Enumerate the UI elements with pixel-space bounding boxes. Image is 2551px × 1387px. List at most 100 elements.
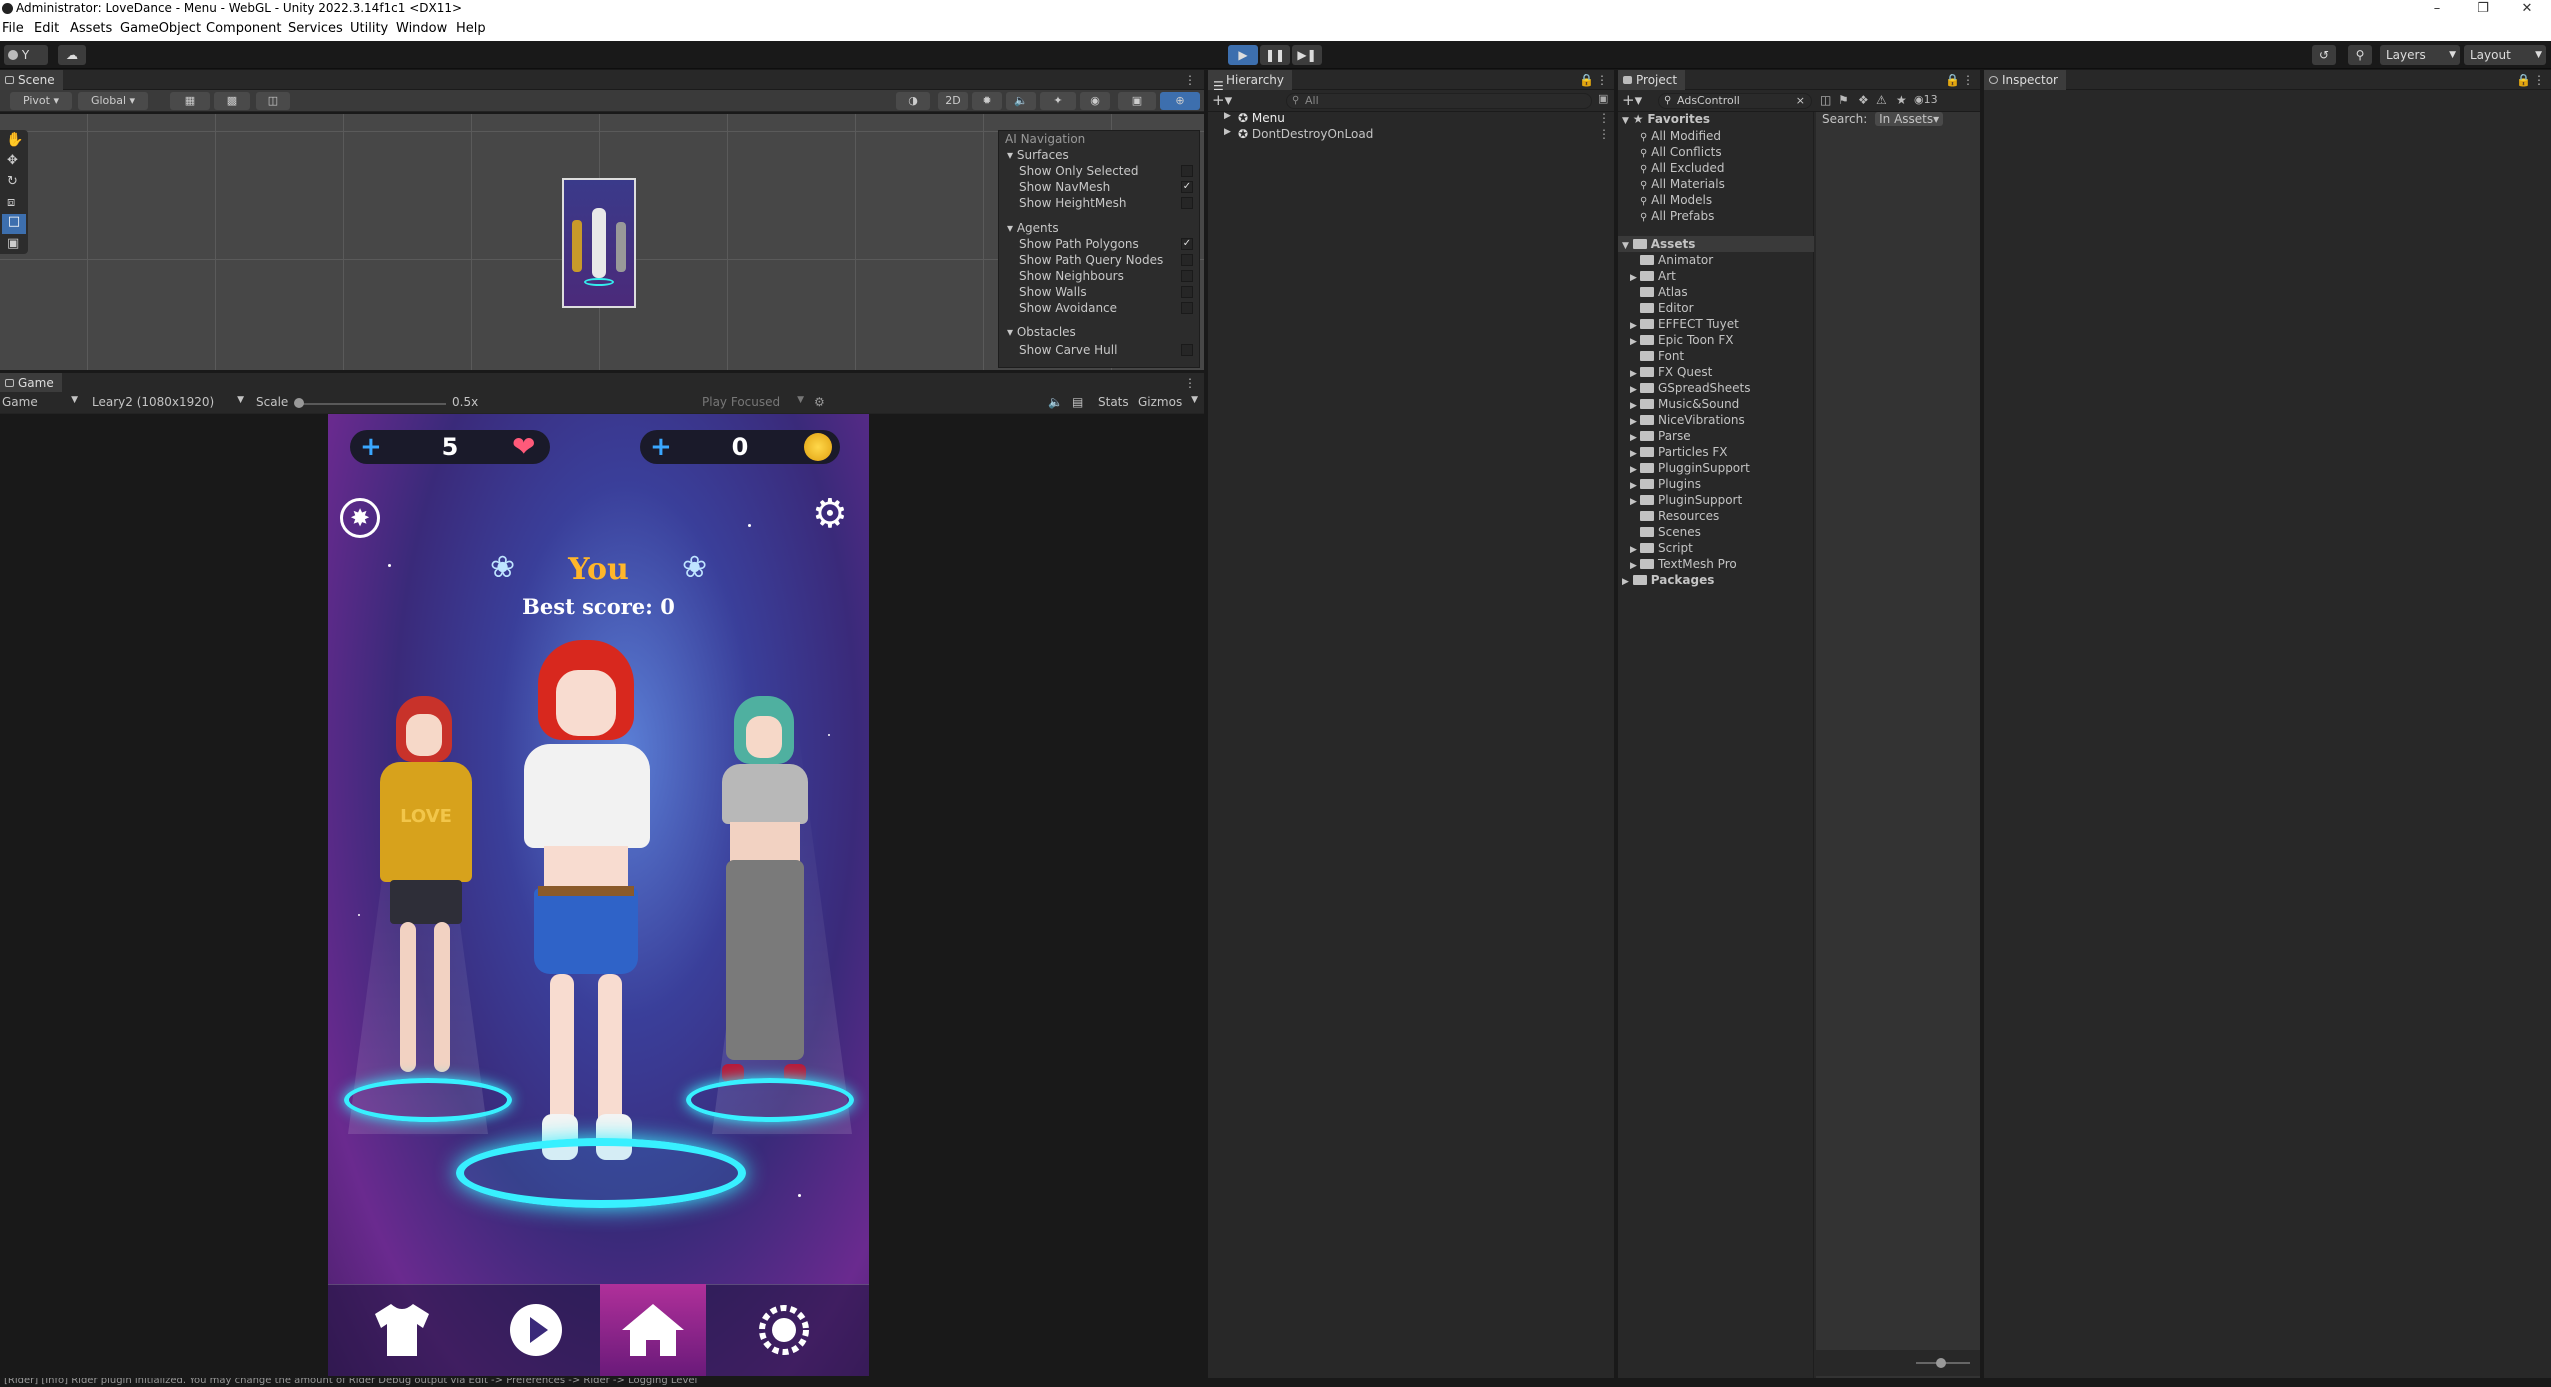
favorite-item[interactable]: ⚲ All Materials — [1640, 177, 1725, 191]
add-coins-icon[interactable]: + — [650, 432, 672, 462]
favorites-header[interactable]: ▼ ★ Favorites — [1622, 112, 1710, 126]
search-by-label-icon[interactable]: ⚑ — [1838, 93, 1849, 107]
expand-arrow-icon[interactable]: ▶ — [1630, 401, 1640, 411]
asset-folder-art[interactable]: ▶ Art — [1630, 269, 1676, 283]
asset-folder-animator[interactable]: Animator — [1630, 253, 1713, 267]
asset-folder-plugginsupport[interactable]: ▶ PlugginSupport — [1630, 461, 1750, 475]
hidden-packages-toggle[interactable]: ◉13 — [1914, 93, 1938, 106]
nav-option-checkbox[interactable] — [1181, 270, 1193, 282]
minimize-icon[interactable]: – — [2418, 0, 2456, 17]
asset-folder-editor[interactable]: Editor — [1630, 301, 1694, 315]
nav-option-checkbox[interactable]: ✓ — [1181, 181, 1193, 193]
status-message[interactable]: [Rider] [Info] Rider plugin initialized.… — [4, 1378, 697, 1386]
achievements-button[interactable] — [746, 1292, 822, 1368]
search-button[interactable]: ⚲ — [2348, 45, 2372, 65]
expand-arrow-icon[interactable]: ▶ — [1630, 561, 1640, 571]
rotate-tool-icon[interactable]: ↻ — [7, 174, 18, 189]
panel-menu-icon[interactable]: ⋮ — [1184, 373, 1196, 393]
frame-debugger-icon[interactable]: ⚙ — [814, 395, 825, 409]
add-hearts-icon[interactable]: + — [360, 432, 382, 462]
icon-size-slider-handle[interactable] — [1936, 1358, 1946, 1368]
packages-header[interactable]: ▶ Packages — [1622, 573, 1714, 587]
gizmos-dropdown[interactable]: Gizmos ▼ — [1138, 395, 1200, 409]
step-button[interactable]: ▶❚ — [1292, 45, 1322, 65]
asset-folder-scenes[interactable]: Scenes — [1630, 525, 1701, 539]
expand-arrow-icon[interactable]: ▶ — [1630, 417, 1640, 427]
wardrobe-button[interactable] — [364, 1292, 440, 1368]
item-menu-icon[interactable]: ⋮ — [1598, 127, 1610, 141]
favorite-item[interactable]: ⚲ All Modified — [1640, 129, 1721, 143]
favorite-star-icon[interactable]: ★ — [1896, 93, 1907, 107]
account-button[interactable]: Y — [4, 45, 48, 65]
menu-assets[interactable]: Assets — [70, 21, 112, 36]
menu-utility[interactable]: Utility — [350, 21, 388, 36]
menu-window[interactable]: Window — [396, 21, 447, 36]
mode-2d-toggle[interactable]: 2D — [938, 92, 968, 110]
game-screen[interactable]: + 5 ❤ + 0 ✸ ⚙ ❀ ❀ You Best score: 0 LOVE — [328, 414, 869, 1376]
asset-folder-particles-fx[interactable]: ▶ Particles FX — [1630, 445, 1728, 459]
nav-option-row[interactable]: Show NavMesh — [1019, 180, 1110, 194]
shading-mode-button[interactable]: ◑ — [896, 92, 930, 110]
tab-project[interactable]: Project — [1618, 70, 1686, 90]
nav-option-row[interactable]: Show Neighbours — [1019, 269, 1124, 283]
nav-option-checkbox[interactable] — [1181, 302, 1193, 314]
nav-option-checkbox[interactable] — [1181, 286, 1193, 298]
nav-option-checkbox[interactable] — [1181, 197, 1193, 209]
asset-folder-font[interactable]: Font — [1630, 349, 1684, 363]
menu-file[interactable]: File — [2, 21, 24, 36]
asset-folder-parse[interactable]: ▶ Parse — [1630, 429, 1691, 443]
expand-arrow-icon[interactable]: ▶ — [1630, 337, 1640, 347]
layout-dropdown[interactable]: Layout ▼ — [2464, 45, 2546, 65]
expand-arrow-icon[interactable]: ▶ — [1630, 465, 1640, 475]
lighting-toggle[interactable]: ✹ — [972, 92, 1002, 110]
pause-button[interactable]: ❚❚ — [1260, 45, 1290, 65]
home-button[interactable] — [600, 1284, 706, 1376]
gizmos-scene-button[interactable]: ⊕ — [1160, 92, 1200, 110]
global-dropdown[interactable]: Global ▾ — [78, 92, 148, 110]
menu-services[interactable]: Services — [288, 21, 343, 36]
create-asset-button[interactable]: +▾ — [1622, 91, 1642, 109]
canvas-preview[interactable] — [562, 178, 636, 308]
filter-log-type-icon[interactable]: ❖ — [1858, 93, 1869, 107]
create-button[interactable]: +▾ — [1212, 91, 1232, 109]
hierarchy-search-input[interactable]: ⚲ All — [1286, 93, 1592, 109]
nav-option-checkbox[interactable] — [1181, 344, 1193, 356]
assets-header[interactable]: ▼ Assets — [1622, 237, 1695, 251]
agents-section[interactable]: ▾ Agents — [1007, 221, 1059, 235]
asset-folder-atlas[interactable]: Atlas — [1630, 285, 1688, 299]
restore-icon[interactable]: ❐ — [2464, 0, 2502, 17]
panel-menu-icon[interactable]: ⋮ — [2533, 70, 2545, 90]
nav-option-checkbox[interactable]: ✓ — [1181, 238, 1193, 250]
item-menu-icon[interactable]: ⋮ — [1598, 111, 1610, 125]
asset-folder-plugins[interactable]: ▶ Plugins — [1630, 477, 1701, 491]
surfaces-section[interactable]: ▾ Surfaces — [1007, 148, 1069, 162]
audio-toggle[interactable]: 🔈 — [1006, 92, 1036, 110]
expand-arrow-icon[interactable]: ▶ — [1630, 497, 1640, 507]
asset-folder-resources[interactable]: Resources — [1630, 509, 1719, 523]
lock-icon[interactable]: 🔒 — [2516, 70, 2531, 90]
expand-arrow-icon[interactable]: ▶ — [1630, 273, 1640, 283]
scene-viewport[interactable]: ✋ ✥ ↻ ⧈ □ ▣ AI Navigation ▾ Surfaces Sho… — [0, 114, 1204, 370]
expand-arrow-icon[interactable]: ▶ — [1630, 385, 1640, 395]
undo-history-button[interactable]: ↺ — [2312, 45, 2336, 65]
scale-slider-track[interactable] — [296, 403, 446, 405]
menu-component[interactable]: Component — [206, 21, 281, 36]
nav-option-row[interactable]: Show Path Query Nodes — [1019, 253, 1163, 267]
tab-game[interactable]: Game — [0, 373, 62, 393]
mute-audio-icon[interactable]: 🔈 — [1048, 395, 1063, 409]
panel-menu-icon[interactable]: ⋮ — [1184, 70, 1196, 90]
transform-tool-icon[interactable]: ▣ — [7, 236, 19, 251]
lock-icon[interactable]: 🔒 — [1579, 70, 1594, 90]
stats-button[interactable]: Stats — [1098, 395, 1129, 409]
favorite-item[interactable]: ⚲ All Prefabs — [1640, 209, 1714, 223]
panel-menu-icon[interactable]: ⋮ — [1596, 70, 1608, 90]
obstacles-section[interactable]: ▾ Obstacles — [1007, 325, 1076, 339]
nav-option-row[interactable]: Show HeightMesh — [1019, 196, 1126, 210]
cloud-button[interactable]: ☁ — [58, 45, 86, 65]
display-dropdown[interactable]: Game ▼ — [2, 395, 82, 409]
expand-arrow-icon[interactable]: ▶ — [1630, 545, 1640, 555]
project-search-input[interactable]: ⚲ AdsControll × — [1658, 93, 1812, 109]
hierarchy-item-menu[interactable]: ▶ ✪ Menu — [1224, 111, 1285, 125]
layers-dropdown[interactable]: Layers ▼ — [2380, 45, 2460, 65]
grid-snap-button[interactable]: ▦ — [170, 92, 210, 110]
